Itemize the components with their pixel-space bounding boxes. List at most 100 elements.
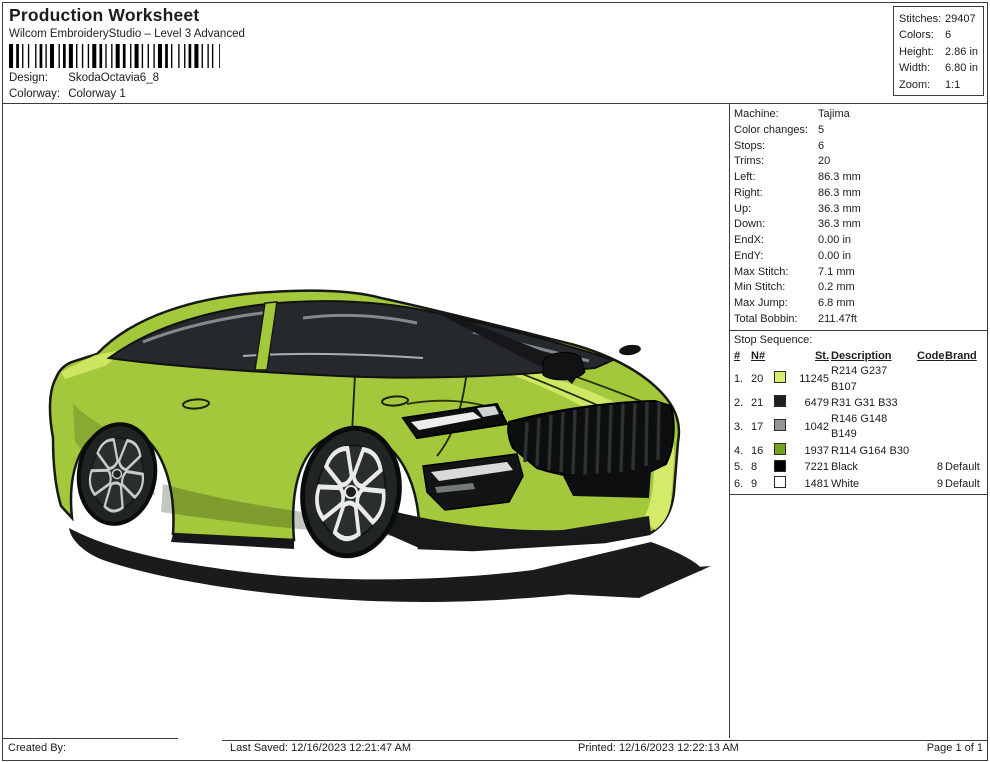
row-number: 5. — [734, 461, 744, 474]
swatch-cell — [774, 371, 789, 388]
info-value: 6.8 mm — [818, 297, 855, 309]
col-needle: N# — [751, 349, 766, 362]
info-value: 7.1 mm — [818, 265, 855, 278]
info-label: Colors: — [899, 29, 934, 42]
info-value: 5 — [818, 123, 825, 136]
info-label: Right: — [734, 186, 763, 199]
col-num: # — [734, 349, 741, 362]
thread-description: R214 G237 B107 — [831, 365, 888, 393]
info-row: EndY: 0.00 in — [734, 249, 984, 265]
thread-color-swatch — [774, 419, 786, 432]
thread-description: R31 G31 B33 — [831, 396, 898, 409]
stitch-count: 1481 — [804, 477, 829, 490]
stop-sequence-row: 5. 8 7221 Black 8 Default — [730, 459, 987, 477]
thread-code: 9 — [936, 477, 943, 490]
stop-sequence-row: 1. 20 11245 R214 G237 B107 — [730, 364, 987, 395]
design-preview-canvas — [3, 104, 729, 738]
design-barcode — [9, 44, 220, 68]
colorway-value: Colorway 1 — [68, 88, 126, 100]
thread-color-swatch — [774, 476, 786, 489]
info-value: 211.47ft — [818, 312, 857, 325]
thread-code: 8 — [936, 461, 943, 474]
car-artwork — [48, 289, 711, 602]
needle-number: 9 — [751, 477, 758, 490]
info-label: Up: — [734, 202, 752, 215]
info-value: 6.80 in — [945, 62, 979, 75]
info-label: Total Bobbin: — [734, 312, 798, 325]
stop-sequence-header: # N# St. Description Code Brand — [730, 349, 987, 365]
swatch-cell — [774, 443, 789, 460]
info-label: Stitches: — [899, 13, 942, 25]
col-stitches: St. — [814, 349, 829, 362]
thread-description: Black — [831, 461, 858, 474]
info-row: Width: 6.80 in — [899, 60, 983, 76]
col-description: Description — [831, 349, 892, 362]
last-saved-timestamp: Last Saved: 12/16/2023 12:21:47 AM — [230, 742, 412, 754]
info-value: 6 — [945, 29, 952, 42]
stitch-count: 7221 — [804, 461, 829, 474]
info-row: Left: 86.3 mm — [734, 170, 984, 186]
info-label: Color changes: — [734, 123, 808, 136]
info-label: Max Jump: — [734, 297, 788, 309]
machine-info-panel: Machine: Tajima Color changes: 5 Stops: … — [729, 104, 987, 738]
info-value: 0.00 in — [818, 234, 852, 246]
colorway-label: Colorway: — [9, 88, 61, 100]
production-worksheet-page: Production Worksheet Wilcom EmbroiderySt… — [0, 0, 990, 762]
far-side-mirror — [619, 344, 641, 356]
page-number: Page 1 of 1 — [926, 742, 983, 754]
info-row: Machine: Tajima — [734, 107, 984, 123]
thread-description: R114 G164 B30 — [831, 444, 910, 457]
info-value: Tajima — [818, 108, 850, 120]
thread-color-swatch — [774, 395, 786, 408]
page-title: Production Worksheet — [9, 5, 200, 25]
info-label: Trims: — [734, 155, 765, 168]
info-row: Stops: 6 — [734, 139, 984, 155]
stop-sequence-title: Stop Sequence: — [734, 333, 813, 346]
needle-number: 20 — [751, 372, 764, 385]
stitch-count: 1937 — [804, 444, 829, 457]
thread-description: R146 G148 B149 — [831, 412, 888, 441]
stitch-summary-box: Stitches: 29407 Colors: 6 Height: 2.86 i… — [893, 6, 984, 96]
stop-sequence-row: 2. 21 6479 R31 G31 B33 — [730, 395, 987, 412]
info-value: 36.3 mm — [818, 202, 861, 215]
row-number: 6. — [734, 477, 744, 490]
info-label: Max Stitch: — [734, 265, 789, 278]
info-row: Colors: 6 — [899, 27, 983, 43]
info-row: Max Jump: 6.8 mm — [734, 296, 984, 312]
printed-timestamp: Printed: 12/16/2023 12:22:13 AM — [578, 742, 739, 754]
info-label: EndX: — [734, 234, 764, 246]
info-value: 29407 — [945, 13, 976, 25]
col-code: Code — [917, 349, 945, 362]
app-name-subtitle: Wilcom EmbroideryStudio – Level 3 Advanc… — [9, 28, 245, 40]
row-number: 3. — [734, 420, 744, 433]
info-label: EndY: — [734, 249, 764, 262]
thread-color-swatch — [774, 459, 786, 472]
row-number: 4. — [734, 444, 744, 457]
created-by-label: Created By: — [8, 742, 67, 754]
machine-info-rows: Machine: Tajima Color changes: 5 Stops: … — [730, 104, 987, 328]
stitch-count: 6479 — [804, 396, 829, 409]
info-row: Stitches: 29407 — [899, 11, 983, 27]
info-row: Color changes: 5 — [734, 123, 984, 139]
info-row: Trims: 20 — [734, 154, 984, 170]
info-value: 2.86 in — [945, 45, 979, 58]
swatch-cell — [774, 459, 789, 477]
info-value: 0.00 in — [818, 249, 852, 262]
stop-sequence-row: 4. 16 1937 R114 G164 B30 — [730, 443, 987, 460]
info-row: Min Stitch: 0.2 mm — [734, 280, 984, 296]
info-label: Stops: — [734, 139, 766, 152]
thread-description: White — [831, 477, 860, 490]
info-label: Left: — [734, 171, 756, 183]
thread-color-swatch — [774, 443, 786, 456]
design-label: Design: — [9, 72, 48, 84]
info-row: Up: 36.3 mm — [734, 202, 984, 218]
info-row: Zoom: 1:1 — [899, 77, 983, 93]
row-number: 1. — [734, 372, 744, 385]
needle-number: 16 — [751, 444, 764, 457]
info-label: Zoom: — [899, 78, 931, 91]
info-label: Down: — [734, 218, 766, 231]
needle-number: 8 — [751, 461, 758, 474]
table-end-divider — [730, 493, 987, 495]
thread-color-swatch — [774, 371, 786, 384]
info-label: Machine: — [734, 108, 779, 120]
